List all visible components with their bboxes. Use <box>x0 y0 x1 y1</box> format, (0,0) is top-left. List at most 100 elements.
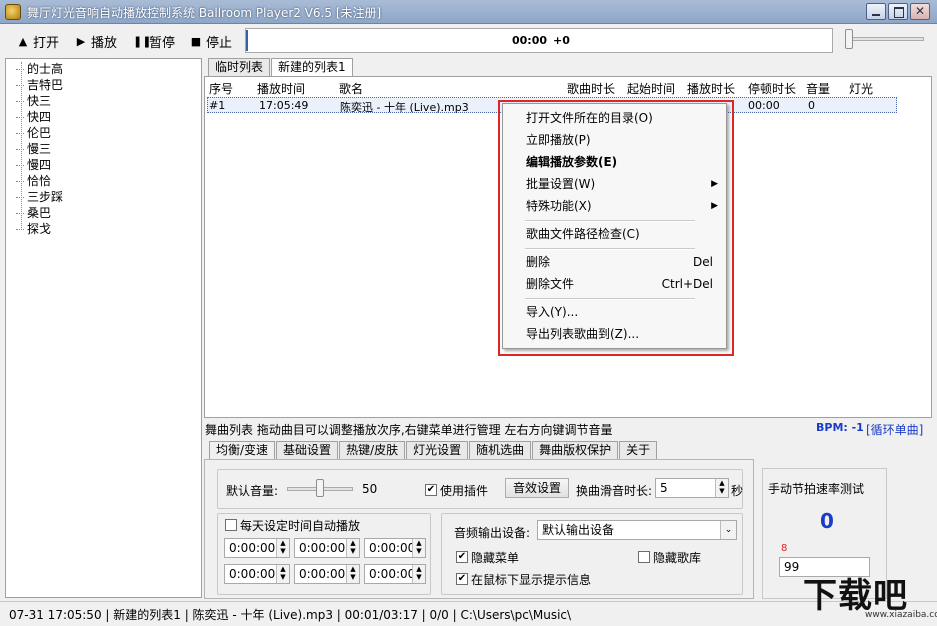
tree-item[interactable]: 慢三 <box>6 141 201 157</box>
minimize-button[interactable] <box>866 3 886 20</box>
crossfade-stepper[interactable]: 5 ▲▼ <box>655 478 729 498</box>
bpm-panel-title: 手动节拍速率测试 <box>768 480 864 497</box>
spin-arrows-icon[interactable]: ▲▼ <box>346 565 359 583</box>
row-volume: 0 <box>808 99 815 112</box>
playback-progress-bar[interactable]: 00:00 +0 <box>245 28 833 53</box>
column-header[interactable]: 序号 <box>209 80 233 97</box>
schedule-time-value: 0:00:00 <box>229 567 275 581</box>
status-text: 07-31 17:05:50 | 新建的列表1 | 陈奕迅 - 十年 (Live… <box>9 606 571 623</box>
menu-edit-params[interactable]: 编辑播放参数(E) <box>503 152 726 172</box>
tab-temp-list[interactable]: 临时列表 <box>208 58 270 76</box>
tab-eq-speed[interactable]: 均衡/变速 <box>209 441 275 459</box>
menu-delete-label: 删除 <box>526 255 550 269</box>
pause-button[interactable]: ❚❚ 暂停 <box>133 32 175 50</box>
tree-item[interactable]: 桑巴 <box>6 205 201 221</box>
menu-special-functions[interactable]: 特殊功能(X)▶ <box>503 196 726 216</box>
master-volume-thumb[interactable] <box>845 29 853 49</box>
column-header[interactable]: 歌名 <box>339 80 363 97</box>
column-header[interactable]: 音量 <box>806 80 830 97</box>
daily-schedule-label: 每天设定时间自动播放 <box>240 517 360 534</box>
play-button[interactable]: ▶ 播放 <box>75 32 117 50</box>
column-header[interactable]: 播放时长 <box>687 80 735 97</box>
dance-category-tree: 的士高吉特巴快三快四伦巴慢三慢四恰恰三步踩桑巴探戈 <box>5 58 202 598</box>
schedule-time-value: 0:00:00 <box>369 567 415 581</box>
schedule-time-6[interactable]: 0:00:00▲▼ <box>364 564 426 584</box>
tree-item[interactable]: 快三 <box>6 93 201 109</box>
schedule-time-5[interactable]: 0:00:00▲▼ <box>294 564 360 584</box>
tab-new-list-1[interactable]: 新建的列表1 <box>271 58 353 76</box>
open-button[interactable]: ▲ 打开 <box>17 32 59 50</box>
tab-about[interactable]: 关于 <box>619 441 657 459</box>
submenu-arrow-icon: ▶ <box>711 174 718 194</box>
audio-output-select[interactable]: 默认输出设备 ⌄ <box>537 520 737 540</box>
column-header[interactable]: 播放时间 <box>257 80 305 97</box>
stop-icon: ■ <box>190 35 202 48</box>
hide-library-label: 隐藏歌库 <box>653 549 701 566</box>
hide-library-checkbox[interactable] <box>638 551 650 563</box>
master-volume-track[interactable] <box>848 37 924 41</box>
tab-hotkey-skin[interactable]: 热键/皮肤 <box>339 441 405 459</box>
tab-basic-settings[interactable]: 基础设置 <box>276 441 338 459</box>
menu-delete[interactable]: 删除 Del <box>503 252 726 272</box>
use-plugin-checkbox[interactable]: ✔ <box>425 484 437 496</box>
spin-arrows-icon[interactable]: ▲▼ <box>346 539 359 557</box>
menu-batch-settings-label: 批量设置(W) <box>526 177 595 191</box>
spin-arrows-icon[interactable]: ▲▼ <box>412 565 425 583</box>
daily-schedule-checkbox[interactable] <box>225 519 237 531</box>
column-header[interactable]: 歌曲时长 <box>567 80 615 97</box>
tree-item[interactable]: 吉特巴 <box>6 77 201 93</box>
tab-random-pick[interactable]: 随机选曲 <box>469 441 531 459</box>
menu-separator <box>525 298 695 300</box>
menu-delete-file-label: 删除文件 <box>526 277 574 291</box>
menu-batch-settings[interactable]: 批量设置(W) ▶ <box>503 174 726 194</box>
tree-item[interactable]: 伦巴 <box>6 125 201 141</box>
close-button[interactable] <box>910 3 930 20</box>
schedule-time-2[interactable]: 0:00:00▲▼ <box>294 538 360 558</box>
tree-item[interactable]: 快四 <box>6 109 201 125</box>
spin-arrows-icon[interactable]: ▲▼ <box>276 539 289 557</box>
playlist-header: 序号 播放时间 歌名 歌曲时长 起始时间 播放时长 停顿时长 音量 灯光 <box>205 80 931 96</box>
loop-mode-link[interactable]: [循环单曲] <box>866 421 923 438</box>
spin-arrows-icon[interactable]: ▲▼ <box>276 565 289 583</box>
column-header[interactable]: 停顿时长 <box>748 80 796 97</box>
default-volume-label: 默认音量: <box>226 482 278 499</box>
watermark-logo: 下载吧 www.xiazaiba.com <box>803 568 937 626</box>
show-tips-checkbox[interactable]: ✔ <box>456 573 468 585</box>
show-tips-label: 在鼠标下显示提示信息 <box>471 571 591 588</box>
default-volume-thumb[interactable] <box>316 479 324 497</box>
hide-menu-checkbox[interactable]: ✔ <box>456 551 468 563</box>
column-header[interactable]: 起始时间 <box>627 80 675 97</box>
menu-open-folder[interactable]: 打开文件所在的目录(O) <box>503 108 726 128</box>
tree-item[interactable]: 恰恰 <box>6 173 201 189</box>
tree-item[interactable]: 探戈 <box>6 221 201 237</box>
progress-marker[interactable] <box>246 30 248 51</box>
spin-arrows-icon[interactable]: ▲▼ <box>715 479 728 497</box>
crossfade-unit: 秒 <box>731 482 743 499</box>
chevron-down-icon[interactable]: ⌄ <box>720 521 736 539</box>
stop-button[interactable]: ■ 停止 <box>190 32 232 50</box>
schedule-time-value: 0:00:00 <box>299 567 345 581</box>
tab-light-settings[interactable]: 灯光设置 <box>406 441 468 459</box>
schedule-time-4[interactable]: 0:00:00▲▼ <box>224 564 290 584</box>
menu-delete-file-shortcut: Ctrl+Del <box>662 274 713 294</box>
menu-play-now[interactable]: 立即播放(P) <box>503 130 726 150</box>
effect-settings-button[interactable]: 音效设置 <box>505 478 569 498</box>
menu-path-check[interactable]: 歌曲文件路径检查(C) <box>503 224 726 244</box>
tree-item[interactable]: 三步踩 <box>6 189 201 205</box>
menu-path-check-label: 歌曲文件路径检查(C) <box>526 227 640 241</box>
tree-item[interactable]: 慢四 <box>6 157 201 173</box>
menu-delete-file[interactable]: 删除文件 Ctrl+Del <box>503 274 726 294</box>
tab-copyright-protection[interactable]: 舞曲版权保护 <box>532 441 618 459</box>
menu-import[interactable]: 导入(Y)... <box>503 302 726 322</box>
menu-separator <box>525 220 695 222</box>
column-header[interactable]: 灯光 <box>849 80 873 97</box>
menu-export-songs[interactable]: 导出列表歌曲到(Z)... <box>503 324 726 344</box>
menu-delete-shortcut: Del <box>693 252 713 272</box>
tree-item[interactable]: 的士高 <box>6 61 201 77</box>
schedule-time-3[interactable]: 0:00:00▲▼ <box>364 538 426 558</box>
row-play-time: 17:05:49 <box>259 99 308 112</box>
spin-arrows-icon[interactable]: ▲▼ <box>412 539 425 557</box>
maximize-button[interactable] <box>888 3 908 20</box>
schedule-time-1[interactable]: 0:00:00▲▼ <box>224 538 290 558</box>
checkmark-icon: ✔ <box>427 484 435 495</box>
